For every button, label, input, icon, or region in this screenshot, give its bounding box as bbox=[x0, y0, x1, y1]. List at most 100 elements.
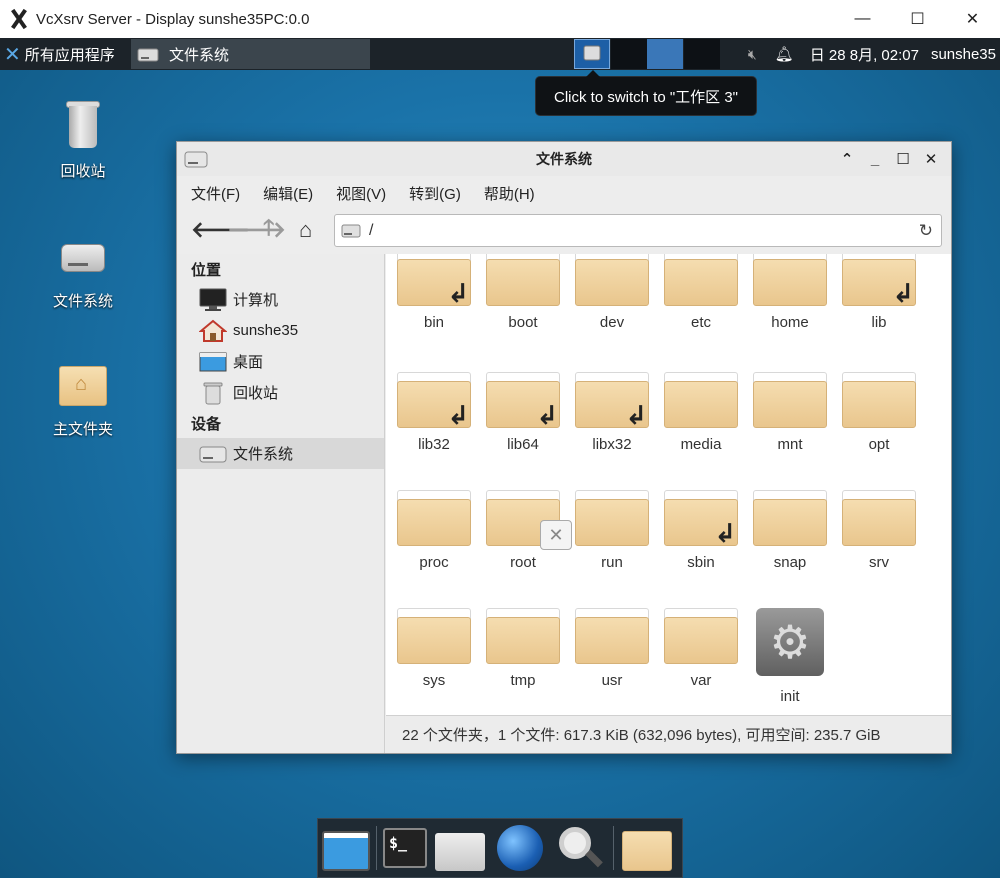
file-item[interactable]: mnt bbox=[750, 372, 830, 453]
file-item[interactable]: tmp bbox=[483, 608, 563, 689]
dock-separator bbox=[613, 826, 614, 870]
show-desktop-icon[interactable] bbox=[322, 831, 370, 871]
file-item-label: var bbox=[690, 672, 712, 689]
executable-gear-icon: ⚙ bbox=[756, 608, 824, 676]
home-icon bbox=[199, 319, 227, 342]
folder-icon bbox=[842, 490, 916, 546]
file-item[interactable]: home bbox=[750, 254, 830, 331]
folder-icon: ↲ bbox=[486, 372, 560, 428]
file-item[interactable]: proc bbox=[394, 490, 474, 571]
sidebar-item-desktop[interactable]: 桌面 bbox=[177, 346, 384, 377]
file-item[interactable]: media bbox=[661, 372, 741, 453]
host-close-button[interactable]: ✕ bbox=[945, 0, 1000, 38]
taskbar-button-filesystem[interactable]: 文件系统 bbox=[131, 39, 370, 69]
workspace-4-button[interactable] bbox=[684, 39, 720, 69]
folder-icon bbox=[397, 608, 471, 664]
desktop-icon-filesystem[interactable]: 文件系统 bbox=[38, 228, 128, 311]
menu-help[interactable]: 帮助(H) bbox=[484, 183, 535, 204]
file-item[interactable]: dev bbox=[572, 254, 652, 331]
folder-icon[interactable] bbox=[620, 823, 674, 873]
menu-edit[interactable]: 编辑(E) bbox=[263, 183, 313, 204]
drive-icon bbox=[583, 45, 601, 61]
file-item[interactable]: ↲ bin bbox=[394, 254, 474, 331]
sidebar-item-trash[interactable]: 回收站 bbox=[177, 377, 384, 408]
desktop-icon-home[interactable]: 主文件夹 bbox=[38, 356, 128, 439]
terminal-icon[interactable]: $_ bbox=[383, 828, 427, 868]
top-panel: ✕ 所有应用程序 文件系统 🔇︎ 🔔︎ 日 28 8月, 02:07 sunsh… bbox=[0, 38, 1000, 70]
host-maximize-button[interactable]: ☐ bbox=[890, 0, 945, 38]
up-arrow-icon[interactable]: 🡑 bbox=[263, 211, 299, 249]
drive-icon bbox=[184, 151, 208, 168]
menu-view[interactable]: 视图(V) bbox=[336, 183, 386, 204]
file-item[interactable]: run bbox=[572, 490, 652, 571]
folder-icon bbox=[753, 490, 827, 546]
sidebar-item-label: 回收站 bbox=[233, 385, 279, 402]
file-item[interactable]: srv bbox=[839, 490, 919, 571]
host-minimize-button[interactable]: — bbox=[835, 0, 890, 38]
file-item[interactable]: snap bbox=[750, 490, 830, 571]
folder-icon bbox=[664, 608, 738, 664]
file-item[interactable]: ↲ sbin bbox=[661, 490, 741, 571]
file-item-label: opt bbox=[868, 436, 890, 453]
sidebar-item-label: 桌面 bbox=[233, 354, 264, 371]
file-item[interactable]: ↲ libx32 bbox=[572, 372, 652, 453]
folder-icon bbox=[753, 372, 827, 428]
drive-icon bbox=[199, 446, 227, 462]
trash-icon bbox=[55, 98, 111, 154]
home-icon[interactable]: ⌂ bbox=[299, 217, 335, 243]
web-browser-icon[interactable] bbox=[493, 823, 547, 873]
file-item[interactable]: ⚙ init bbox=[750, 608, 830, 705]
symlink-arrow-icon: ↲ bbox=[625, 400, 647, 430]
file-item[interactable]: ↲ lib64 bbox=[483, 372, 563, 453]
notification-bell-icon[interactable]: 🔔︎ bbox=[775, 45, 794, 63]
file-item[interactable]: ↲ lib bbox=[839, 254, 919, 331]
sidebar-item-computer[interactable]: 计算机 bbox=[177, 284, 384, 315]
file-item[interactable]: usr bbox=[572, 608, 652, 689]
symlink-arrow-icon: ↲ bbox=[447, 400, 469, 430]
window-close-button[interactable]: ✕ bbox=[917, 150, 945, 168]
dock: $_ bbox=[317, 818, 683, 878]
no-access-icon: ✕ bbox=[540, 520, 572, 550]
back-arrow-icon[interactable]: 🡐 bbox=[191, 217, 250, 243]
folder-icon: ↲ bbox=[664, 490, 738, 546]
file-manager-titlebar[interactable]: 文件系统 ⌃ _ ☐ ✕ bbox=[177, 142, 951, 176]
file-item[interactable]: sys bbox=[394, 608, 474, 689]
sidebar-item-home[interactable]: sunshe35 bbox=[177, 315, 384, 346]
user-menu[interactable]: sunshe35 bbox=[931, 46, 996, 63]
clock[interactable]: 日 28 8月, 02:07 bbox=[810, 44, 919, 65]
home-folder-icon bbox=[55, 356, 111, 412]
file-item[interactable]: ✕ root bbox=[483, 490, 572, 571]
file-item[interactable]: etc bbox=[661, 254, 741, 331]
app-finder-icon[interactable] bbox=[553, 823, 607, 873]
location-bar[interactable]: / ↻ bbox=[334, 214, 942, 247]
folder-icon bbox=[575, 254, 649, 306]
desktop-icon-label: 回收站 bbox=[60, 163, 106, 180]
workspace-2-button[interactable] bbox=[611, 39, 647, 69]
file-view: ↲ bin boot dev etc home ↲ lib ↲ lib32 ↲ lib64 ↲ libx3… bbox=[386, 254, 951, 715]
desktop-icon-trash[interactable]: 回收站 bbox=[38, 98, 128, 181]
menu-file[interactable]: 文件(F) bbox=[191, 183, 240, 204]
file-item-label: snap bbox=[773, 554, 807, 571]
window-shade-button[interactable]: ⌃ bbox=[833, 150, 861, 168]
desktop-icon-label: 文件系统 bbox=[52, 293, 113, 310]
file-item[interactable]: var bbox=[661, 608, 741, 689]
workspace-3-button[interactable] bbox=[647, 39, 683, 69]
volume-muted-icon[interactable]: 🔇︎ bbox=[748, 46, 757, 63]
menu-go[interactable]: 转到(G) bbox=[409, 183, 461, 204]
forward-arrow-icon[interactable]: 🡒 bbox=[227, 217, 286, 243]
folder-icon bbox=[664, 372, 738, 428]
window-minimize-button[interactable]: _ bbox=[861, 151, 889, 168]
file-item[interactable]: ↲ lib32 bbox=[394, 372, 474, 453]
workspace-tooltip: Click to switch to "工作区 3" bbox=[535, 70, 757, 116]
applications-menu-button[interactable]: ✕ 所有应用程序 bbox=[0, 38, 115, 70]
file-item-label: boot bbox=[508, 314, 538, 331]
file-manager-icon[interactable] bbox=[433, 823, 487, 873]
sidebar-header-devices: 设备 bbox=[191, 415, 222, 433]
file-item[interactable]: boot bbox=[483, 254, 563, 331]
sidebar-item-filesystem[interactable]: 文件系统 bbox=[177, 438, 384, 469]
location-path: / bbox=[369, 221, 374, 239]
window-maximize-button[interactable]: ☐ bbox=[889, 150, 917, 168]
workspace-1-button[interactable] bbox=[574, 39, 610, 69]
file-item[interactable]: opt bbox=[839, 372, 919, 453]
reload-icon[interactable]: ↻ bbox=[919, 221, 933, 241]
